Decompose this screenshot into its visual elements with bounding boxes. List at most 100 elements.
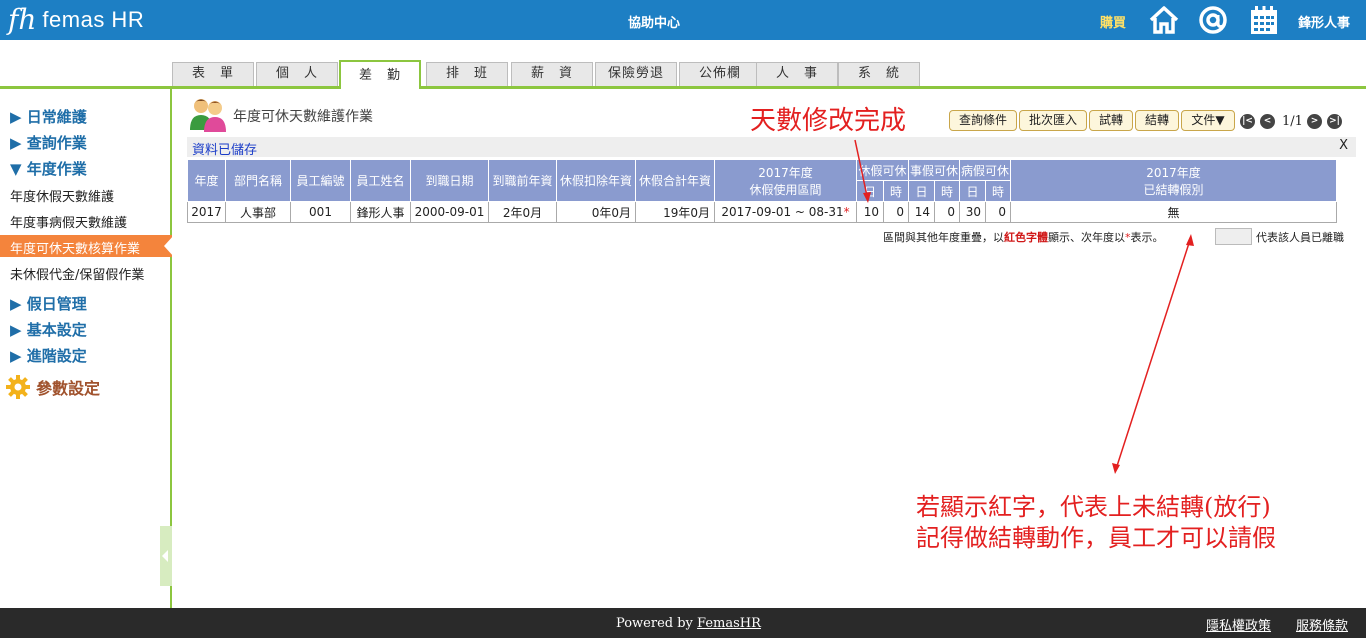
saved-message-bar: 資料已儲存 X xyxy=(187,137,1356,158)
tab-payroll[interactable]: 薪 資 xyxy=(511,62,593,86)
transfer-button[interactable]: 結轉 xyxy=(1135,110,1179,131)
tab-underline xyxy=(0,86,1366,89)
sidebar-group-daily[interactable]: ▶ 日常維護 xyxy=(10,106,87,127)
annotation-reminder: 若顯示紅字，代表上未結轉(放行) 記得做結轉動作，員工才可以請假 xyxy=(916,492,1276,554)
logo-text: femas HR xyxy=(42,7,145,32)
leave-period-text: 2017-09-01 ~ 08-31 xyxy=(721,205,844,219)
table-row[interactable]: 2017 人事部 001 鋒形人事 2000-09-01 2年0月 0年0月 1… xyxy=(187,201,1337,223)
tab-system[interactable]: 系 統 xyxy=(838,62,920,86)
cell-sick-day[interactable]: 30 xyxy=(959,201,986,223)
tab-attendance[interactable]: 差 勤 xyxy=(339,60,421,89)
at-icon[interactable] xyxy=(1197,4,1229,36)
femashr-link[interactable]: FemasHR xyxy=(697,616,761,631)
next-page-icon[interactable]: > xyxy=(1307,114,1322,129)
cell-leave-period: 2017-09-01 ~ 08-31* xyxy=(714,201,857,223)
sidebar-item-annual-leave[interactable]: 年度休假天數維護 xyxy=(10,186,114,205)
tab-scheduling[interactable]: 排 班 xyxy=(426,62,508,86)
calendar-icon[interactable] xyxy=(1248,4,1280,36)
batch-import-button[interactable]: 批次匯入 xyxy=(1019,110,1087,131)
sidebar-item-personal-sick[interactable]: 年度事病假天數維護 xyxy=(10,212,127,231)
col-personal: 事假可休 xyxy=(908,159,960,181)
tab-insurance[interactable]: 保險勞退 xyxy=(595,62,677,86)
privacy-policy-link[interactable]: 隱私權政策 xyxy=(1206,615,1271,634)
top-bar: fh femas HR 協助中心 購買 鋒形人事 xyxy=(0,0,1366,40)
next-year-star: * xyxy=(843,205,850,219)
col-transferred-title: 2017年度 xyxy=(1146,165,1201,180)
help-center-link[interactable]: 協助中心 xyxy=(628,12,680,31)
prev-page-icon[interactable]: < xyxy=(1260,114,1275,129)
documents-dropdown[interactable]: 文件▼ xyxy=(1181,110,1235,131)
overlap-note-a: 區間與其他年度重疊，以 xyxy=(883,231,1004,244)
resigned-legend-label: 代表該人員已離職 xyxy=(1256,231,1344,244)
sidebar-group-annual[interactable]: ▼ 年度作業 xyxy=(10,158,87,179)
powered-by: Powered by FemasHR xyxy=(616,616,761,631)
cell-personal-day[interactable]: 14 xyxy=(908,201,935,223)
sidebar: ▶ 日常維護 ▶ 查詢作業 ▼ 年度作業 年度休假天數維護 年度事病假天數維護 … xyxy=(0,89,174,608)
last-page-icon[interactable]: >| xyxy=(1327,114,1342,129)
cell-seniority-deduct: 0年0月 xyxy=(556,201,636,223)
page-indicator: 1/1 xyxy=(1282,114,1303,129)
company-name[interactable]: 鋒形人事 xyxy=(1298,12,1350,31)
col-sick-hour: 時 xyxy=(985,180,1011,202)
saved-message: 資料已儲存 xyxy=(192,143,258,158)
col-emp-name: 員工姓名 xyxy=(350,159,411,202)
cell-dept: 人事部 xyxy=(225,201,291,223)
col-seniority-deduct: 休假扣除年資 xyxy=(556,159,636,202)
buy-link[interactable]: 購買 xyxy=(1100,12,1126,31)
cell-personal-hour[interactable]: 0 xyxy=(934,201,960,223)
col-hire-date: 到職日期 xyxy=(410,159,489,202)
cell-sick-hour[interactable]: 0 xyxy=(985,201,1011,223)
col-transferred: 2017年度 已結轉假別 xyxy=(1010,159,1337,202)
col-transferred-sub: 已結轉假別 xyxy=(1143,182,1204,197)
sidebar-item-available-days[interactable]: 年度可休天數核算作業 xyxy=(0,235,174,257)
femas-logo[interactable]: fh femas HR xyxy=(8,4,144,36)
powered-text: Powered by xyxy=(616,616,693,631)
people-icon xyxy=(190,99,226,132)
cell-annual-day[interactable]: 10 xyxy=(856,201,884,223)
sidebar-item-label: 年度可休天數核算作業 xyxy=(10,242,141,257)
cell-emp-no: 001 xyxy=(290,201,351,223)
terms-link[interactable]: 服務條款 xyxy=(1296,615,1348,634)
leave-table: 年度 部門名稱 員工編號 員工姓名 到職日期 到職前年資 休假扣除年資 休假合計… xyxy=(187,159,1337,223)
col-personal-day: 日 xyxy=(908,180,935,202)
sidebar-collapse-handle[interactable] xyxy=(160,526,172,586)
close-message-button[interactable]: X xyxy=(1339,138,1348,153)
tab-personal[interactable]: 個 人 xyxy=(256,62,338,86)
sidebar-group-holiday[interactable]: ▶ 假日管理 xyxy=(10,293,87,314)
param-settings[interactable]: 參數設定 xyxy=(6,375,100,399)
footer: Powered by FemasHR 隱私權政策 服務條款 xyxy=(0,608,1366,638)
sidebar-group-advanced[interactable]: ▶ 進階設定 xyxy=(10,345,87,366)
cell-annual-hour[interactable]: 0 xyxy=(883,201,909,223)
cell-emp-name: 鋒形人事 xyxy=(350,201,411,223)
cell-year: 2017 xyxy=(187,201,226,223)
col-sick: 病假可休 xyxy=(959,159,1011,181)
sidebar-item-unused-leave[interactable]: 未休假代金/保留假作業 xyxy=(10,264,144,283)
gear-icon xyxy=(6,375,30,399)
annotation-line-2: 記得做結轉動作，員工才可以請假 xyxy=(916,524,1276,552)
col-dept: 部門名稱 xyxy=(225,159,291,202)
col-emp-no: 員工編號 xyxy=(290,159,351,202)
param-settings-label: 參數設定 xyxy=(36,379,101,398)
main-tabs: 表 單 個 人 差 勤 排 班 薪 資 保險勞退 公佈欄 人 事 系 統 xyxy=(0,40,1366,90)
sidebar-group-basic[interactable]: ▶ 基本設定 xyxy=(10,319,87,340)
trial-transfer-button[interactable]: 試轉 xyxy=(1089,110,1133,131)
col-leave-period-sub: 休假使用區間 xyxy=(749,182,822,197)
cell-transferred: 無 xyxy=(1010,201,1337,223)
tab-forms[interactable]: 表 單 xyxy=(172,62,254,86)
first-page-icon[interactable]: |< xyxy=(1240,114,1255,129)
col-sick-day: 日 xyxy=(959,180,986,202)
col-leave-period: 2017年度 休假使用區間 xyxy=(714,159,857,202)
resigned-legend-swatch xyxy=(1215,228,1252,245)
tab-hr[interactable]: 人 事 xyxy=(756,62,838,86)
overlap-note-c: 表示。 xyxy=(1130,231,1164,244)
overlap-note: 區間與其他年度重疊，以紅色字體顯示、次年度以*表示。 xyxy=(883,229,1164,245)
col-annual-day: 日 xyxy=(856,180,884,202)
home-icon[interactable] xyxy=(1148,4,1180,36)
tab-bulletin[interactable]: 公佈欄 xyxy=(679,62,761,86)
query-conditions-button[interactable]: 查詢條件 xyxy=(949,110,1017,131)
col-personal-hour: 時 xyxy=(934,180,960,202)
sidebar-group-query[interactable]: ▶ 查詢作業 xyxy=(10,132,87,153)
annotation-done: 天數修改完成 xyxy=(750,106,907,136)
cell-seniority-total: 19年0月 xyxy=(635,201,715,223)
arrow-head-transfer-top xyxy=(1186,234,1194,246)
